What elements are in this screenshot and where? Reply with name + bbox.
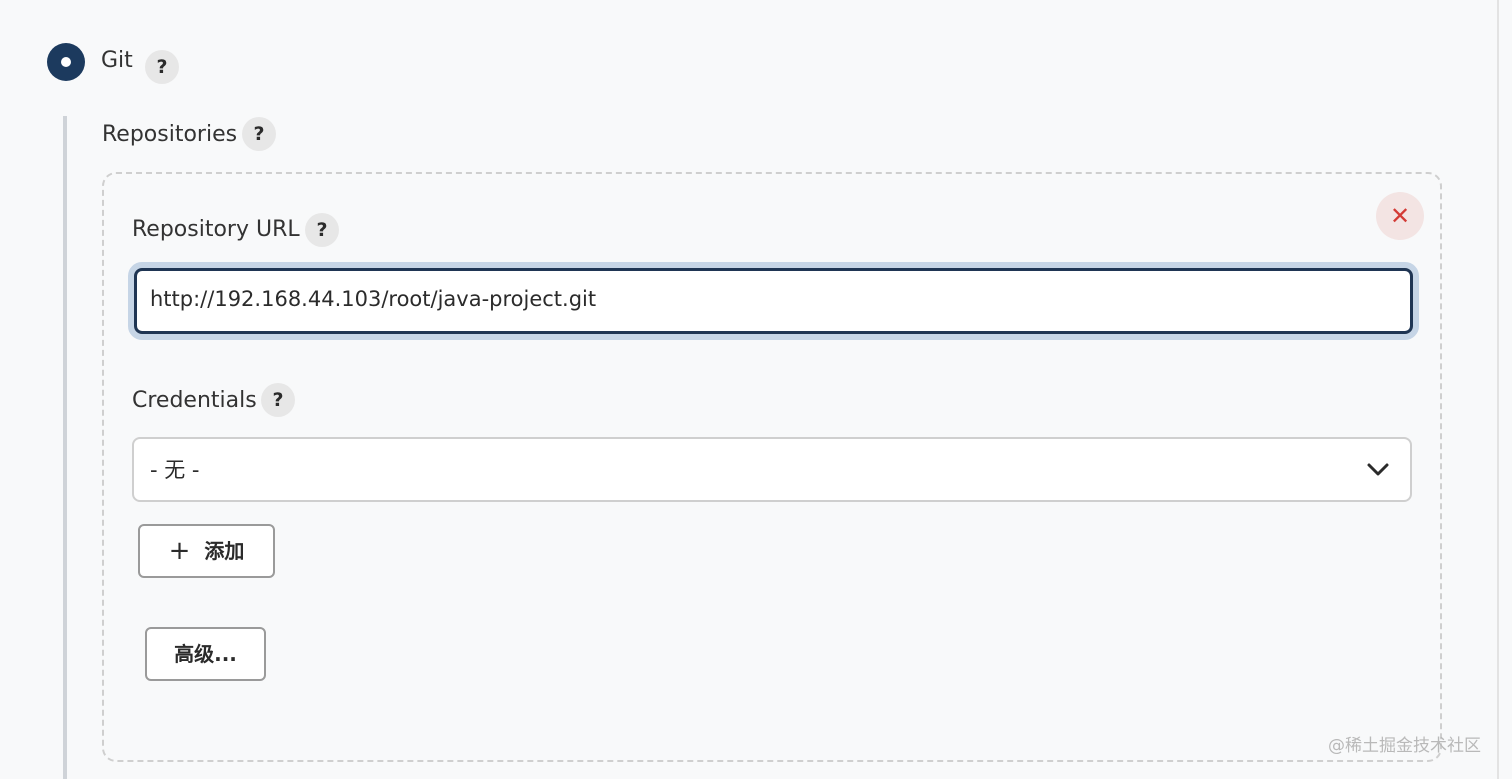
section-indent-rail	[63, 116, 67, 779]
add-credentials-button[interactable]: + 添加	[138, 524, 275, 578]
page-edge-divider	[1497, 0, 1499, 779]
advanced-button[interactable]: 高级...	[145, 627, 266, 681]
add-credentials-label: 添加	[204, 539, 245, 563]
credentials-selected-value: - 无 -	[150, 458, 200, 482]
git-radio-button[interactable]	[47, 43, 85, 81]
advanced-button-label: 高级...	[174, 642, 237, 666]
repository-url-value[interactable]: http://192.168.44.103/root/java-project.…	[150, 285, 596, 313]
repository-url-label: Repository URL	[132, 217, 300, 242]
radio-selected-icon	[61, 57, 71, 67]
plus-icon: +	[168, 536, 191, 566]
credentials-select[interactable]: - 无 -	[132, 437, 1412, 502]
close-icon: ✕	[1389, 202, 1411, 230]
delete-repository-button[interactable]: ✕	[1376, 192, 1424, 240]
watermark: @稀土掘金技术社区	[1328, 736, 1481, 756]
chevron-down-icon	[1367, 463, 1389, 476]
repository-url-input[interactable]: http://192.168.44.103/root/java-project.…	[128, 262, 1419, 340]
credentials-label: Credentials	[132, 388, 257, 413]
repository-url-help-icon[interactable]: ?	[305, 213, 339, 247]
repositories-help-icon[interactable]: ?	[242, 117, 276, 151]
credentials-help-icon[interactable]: ?	[261, 383, 295, 417]
git-help-icon[interactable]: ?	[145, 50, 179, 84]
repository-url-field[interactable]: http://192.168.44.103/root/java-project.…	[134, 268, 1413, 334]
git-option-label: Git	[101, 48, 133, 73]
repositories-label: Repositories	[102, 122, 238, 147]
